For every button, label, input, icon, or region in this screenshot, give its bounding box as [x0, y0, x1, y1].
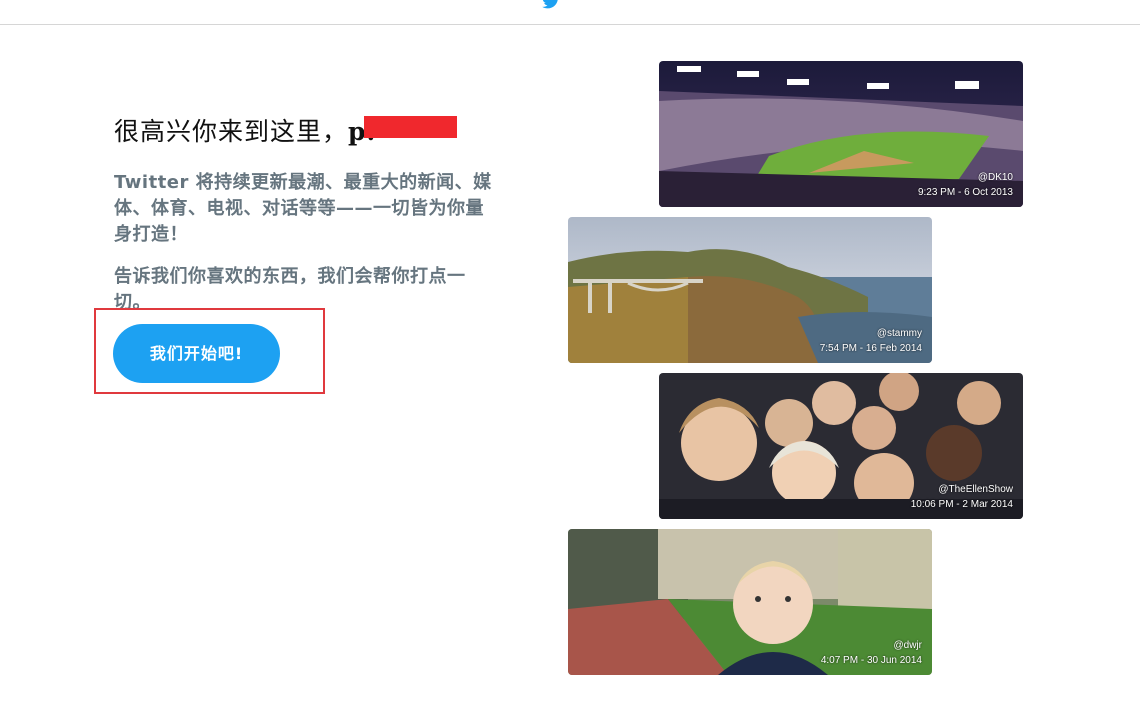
- highlight-annotation: [94, 308, 325, 394]
- photo-handle[interactable]: @TheEllenShow: [911, 482, 1013, 497]
- photo-timestamp: 10:06 PM - 2 Mar 2014: [910, 499, 1013, 510]
- photo-card-baby[interactable]: @dwjr 4:07 PM - 30 Jun 2014: [568, 529, 932, 675]
- photo-caption: @dwjr 4:07 PM - 30 Jun 2014: [821, 638, 922, 668]
- photo-caption: @stammy 7:54 PM - 16 Feb 2014: [820, 326, 922, 356]
- twitter-bird-icon[interactable]: [541, 0, 561, 10]
- photo-caption: @DK10 9:23 PM - 6 Oct 2013: [918, 170, 1013, 200]
- photo-card-stadium[interactable]: @DK10 9:23 PM - 6 Oct 2013: [659, 61, 1023, 207]
- headline-text: 很高兴你来到这里，: [114, 117, 349, 146]
- photo-timestamp: 4:07 PM - 30 Jun 2014: [820, 655, 922, 666]
- intro-paragraph: Twitter 将持续更新最潮、最重大的新闻、媒体、体育、电视、对话等等——一切…: [114, 170, 494, 248]
- photo-handle[interactable]: @dwjr: [821, 638, 923, 653]
- photo-caption: @TheEllenShow 10:06 PM - 2 Mar 2014: [911, 482, 1013, 512]
- photo-card-coast[interactable]: @stammy 7:54 PM - 16 Feb 2014: [568, 217, 932, 363]
- welcome-headline: 很高兴你来到这里，p.: [114, 112, 376, 148]
- intro-brand: Twitter: [114, 172, 189, 193]
- photo-timestamp: 7:54 PM - 16 Feb 2014: [819, 343, 922, 354]
- username-redaction: [364, 116, 457, 138]
- photo-handle[interactable]: @stammy: [820, 326, 922, 341]
- photo-timestamp: 9:23 PM - 6 Oct 2013: [917, 187, 1013, 198]
- top-bar: [0, 0, 1140, 25]
- photo-card-selfie[interactable]: @TheEllenShow 10:06 PM - 2 Mar 2014: [659, 373, 1023, 519]
- photo-handle[interactable]: @DK10: [918, 170, 1013, 185]
